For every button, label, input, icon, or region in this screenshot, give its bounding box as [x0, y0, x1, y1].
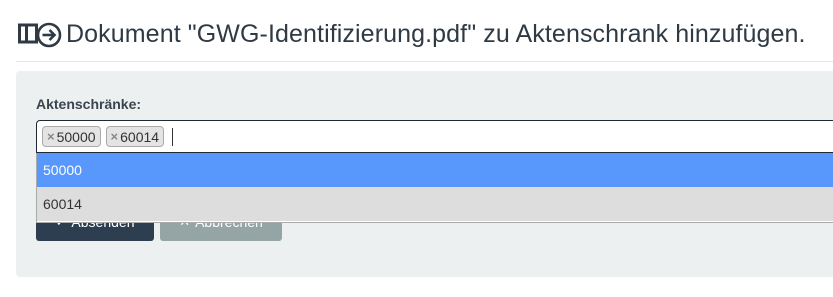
file-cabinet-add-icon — [18, 16, 62, 52]
page: Dokument "GWG-Identifizierung.pdf" zu Ak… — [0, 0, 833, 297]
selected-tag: × 60014 — [105, 126, 165, 147]
tag-remove-icon[interactable]: × — [47, 129, 55, 144]
page-header: Dokument "GWG-Identifizierung.pdf" zu Ak… — [18, 14, 833, 54]
page-title: Dokument "GWG-Identifizierung.pdf" zu Ak… — [66, 19, 806, 48]
dropdown-option[interactable]: 50000 — [37, 153, 833, 187]
header-divider — [16, 61, 833, 62]
cabinet-field-label: Aktenschränke: — [36, 96, 142, 112]
selected-tag-label: 60014 — [120, 128, 160, 145]
selected-tag: × 50000 — [42, 126, 101, 147]
tag-remove-icon[interactable]: × — [111, 129, 119, 144]
selected-tag-label: 50000 — [56, 128, 96, 145]
dropdown-option[interactable]: 60014 — [37, 187, 833, 221]
cabinet-dropdown-list: 50000 60014 — [36, 153, 833, 223]
cabinet-multiselect-input[interactable]: × 50000 × 60014 — [36, 120, 833, 153]
text-caret[interactable] — [172, 127, 174, 146]
